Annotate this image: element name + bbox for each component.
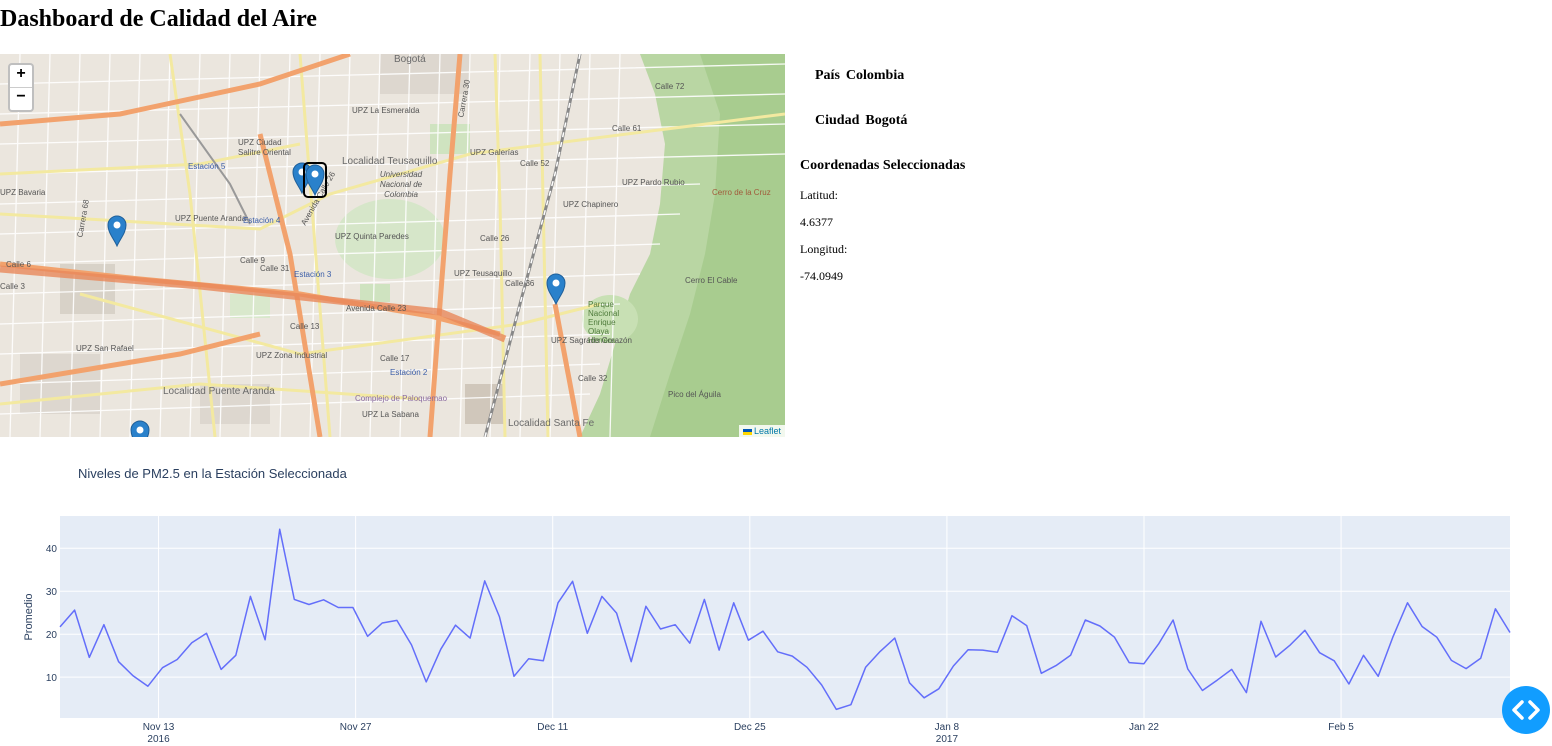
map-label: UPZ La Esmeralda xyxy=(352,106,420,115)
map-label: UPZ La Sabana xyxy=(362,410,419,419)
map-label: Calle 61 xyxy=(612,124,642,133)
map-label: UPZ Quinta Paredes xyxy=(335,232,409,241)
y-tick-label: 40 xyxy=(46,544,58,555)
zoom-in-button[interactable]: + xyxy=(10,65,32,87)
map-label: Calle 52 xyxy=(520,159,550,168)
station-label: Estación 4 xyxy=(243,216,281,225)
map-label: Calle 32 xyxy=(578,374,608,383)
x-tick-label: Nov 27 xyxy=(340,722,372,733)
x-tick-label: Feb 5 xyxy=(1328,722,1354,733)
station-label: Estación 3 xyxy=(294,270,332,279)
map-label: Avenida Calle 23 xyxy=(346,304,407,313)
station-marker[interactable] xyxy=(130,420,150,437)
code-chevrons-icon xyxy=(1512,700,1540,720)
y-tick-label: 20 xyxy=(46,630,58,641)
map-label: UPZ Bavaria xyxy=(0,188,46,197)
map-label: Calle 26 xyxy=(480,234,510,243)
station-marker[interactable] xyxy=(546,273,566,305)
longitude-label: Longitud: xyxy=(800,242,848,256)
zoom-control: + − xyxy=(8,63,34,112)
city-line: Ciudad Bogotá xyxy=(815,113,907,129)
map-label: Localidad Santa Fe xyxy=(508,418,595,429)
map-attribution[interactable]: Leaflet xyxy=(738,425,785,437)
map-label: Bogotá xyxy=(394,54,426,65)
map-label: Parque Nacional Enrique Olaya Herrera xyxy=(588,300,620,345)
map-label: Calle 36 xyxy=(505,279,535,288)
station-label: Estación 5 xyxy=(188,162,226,171)
coords-title: Coordenadas Seleccionadas xyxy=(800,158,966,173)
map-label: UPZ Teusaquillo xyxy=(454,269,513,278)
map-label: UPZ Galerías xyxy=(470,148,519,157)
y-axis-title: Promedio xyxy=(23,593,35,640)
longitude-value: -74.0949 xyxy=(800,269,843,283)
station-label: Estación 2 xyxy=(390,368,428,377)
map-label: UPZ Zona Industrial xyxy=(256,351,328,360)
map-label: Calle 13 xyxy=(290,322,320,331)
page-title: Dashboard de Calidad del Aire xyxy=(0,6,317,32)
chart-title: Niveles de PM2.5 en la Estación Seleccio… xyxy=(78,466,347,481)
map-label: UPZ Pardo Rubio xyxy=(622,178,685,187)
x-tick-label: Dec 11 xyxy=(537,722,568,733)
map-label: Calle 17 xyxy=(380,354,410,363)
code-toggle-button[interactable] xyxy=(1502,686,1550,734)
station-marker-selected[interactable] xyxy=(303,162,327,198)
map-label: Cerro El Cable xyxy=(685,276,738,285)
map-label: Localidad Puente Aranda xyxy=(163,386,275,397)
city-value: Bogotá xyxy=(865,113,908,128)
map-label: Calle 72 xyxy=(655,82,685,91)
map-label: Calle 31 xyxy=(260,264,290,273)
map-label: UPZ San Rafael xyxy=(76,344,134,353)
map-label: Calle 6 xyxy=(6,260,31,269)
pm25-line-chart[interactable]: 10 20 30 40 Nov 132016 Nov 27 Dec 11 Dec 25 Jan … xyxy=(0,500,1552,746)
country-value: Colombia xyxy=(845,68,905,83)
map-label: Pico del Águila xyxy=(668,390,721,399)
map-label: Calle 3 xyxy=(0,282,25,291)
x-tick-year-label: 2016 xyxy=(147,734,170,745)
leaflet-link[interactable]: Leaflet xyxy=(754,426,781,436)
city-label: Ciudad xyxy=(815,113,860,128)
latitude-value: 4.6377 xyxy=(800,215,833,229)
map-label: UPZ Puente Aranda xyxy=(175,214,247,223)
map-label: Cerro de la Cruz xyxy=(712,188,771,197)
y-tick-label: 10 xyxy=(46,673,58,684)
latitude-label: Latitud: xyxy=(800,188,838,202)
x-tick-label: Dec 25 xyxy=(734,722,766,733)
x-tick-label: Jan 8 xyxy=(935,722,960,733)
map-label: Complejo de Paloquemao xyxy=(355,394,448,403)
x-tick-label: Jan 22 xyxy=(1129,722,1159,733)
map-label: UPZ Chapinero xyxy=(563,200,619,209)
zoom-out-button[interactable]: − xyxy=(10,87,32,110)
map-label: UPZ Ciudad Salitre Oriental xyxy=(238,138,291,157)
country-line: País Colombia xyxy=(815,68,904,84)
map-label: Universidad Nacional de Colombia xyxy=(379,170,423,199)
x-tick-year-label: 2017 xyxy=(936,734,959,745)
map-label: Localidad Teusaquillo xyxy=(342,156,438,167)
y-tick-label: 30 xyxy=(46,587,58,598)
station-map[interactable]: Bogotá UPZ La Esmeralda UPZ Galerías UPZ… xyxy=(0,54,785,437)
country-label: País xyxy=(815,68,840,83)
station-marker[interactable] xyxy=(107,215,127,247)
ukraine-flag-icon xyxy=(742,428,752,435)
x-tick-label: Nov 13 xyxy=(143,722,175,733)
